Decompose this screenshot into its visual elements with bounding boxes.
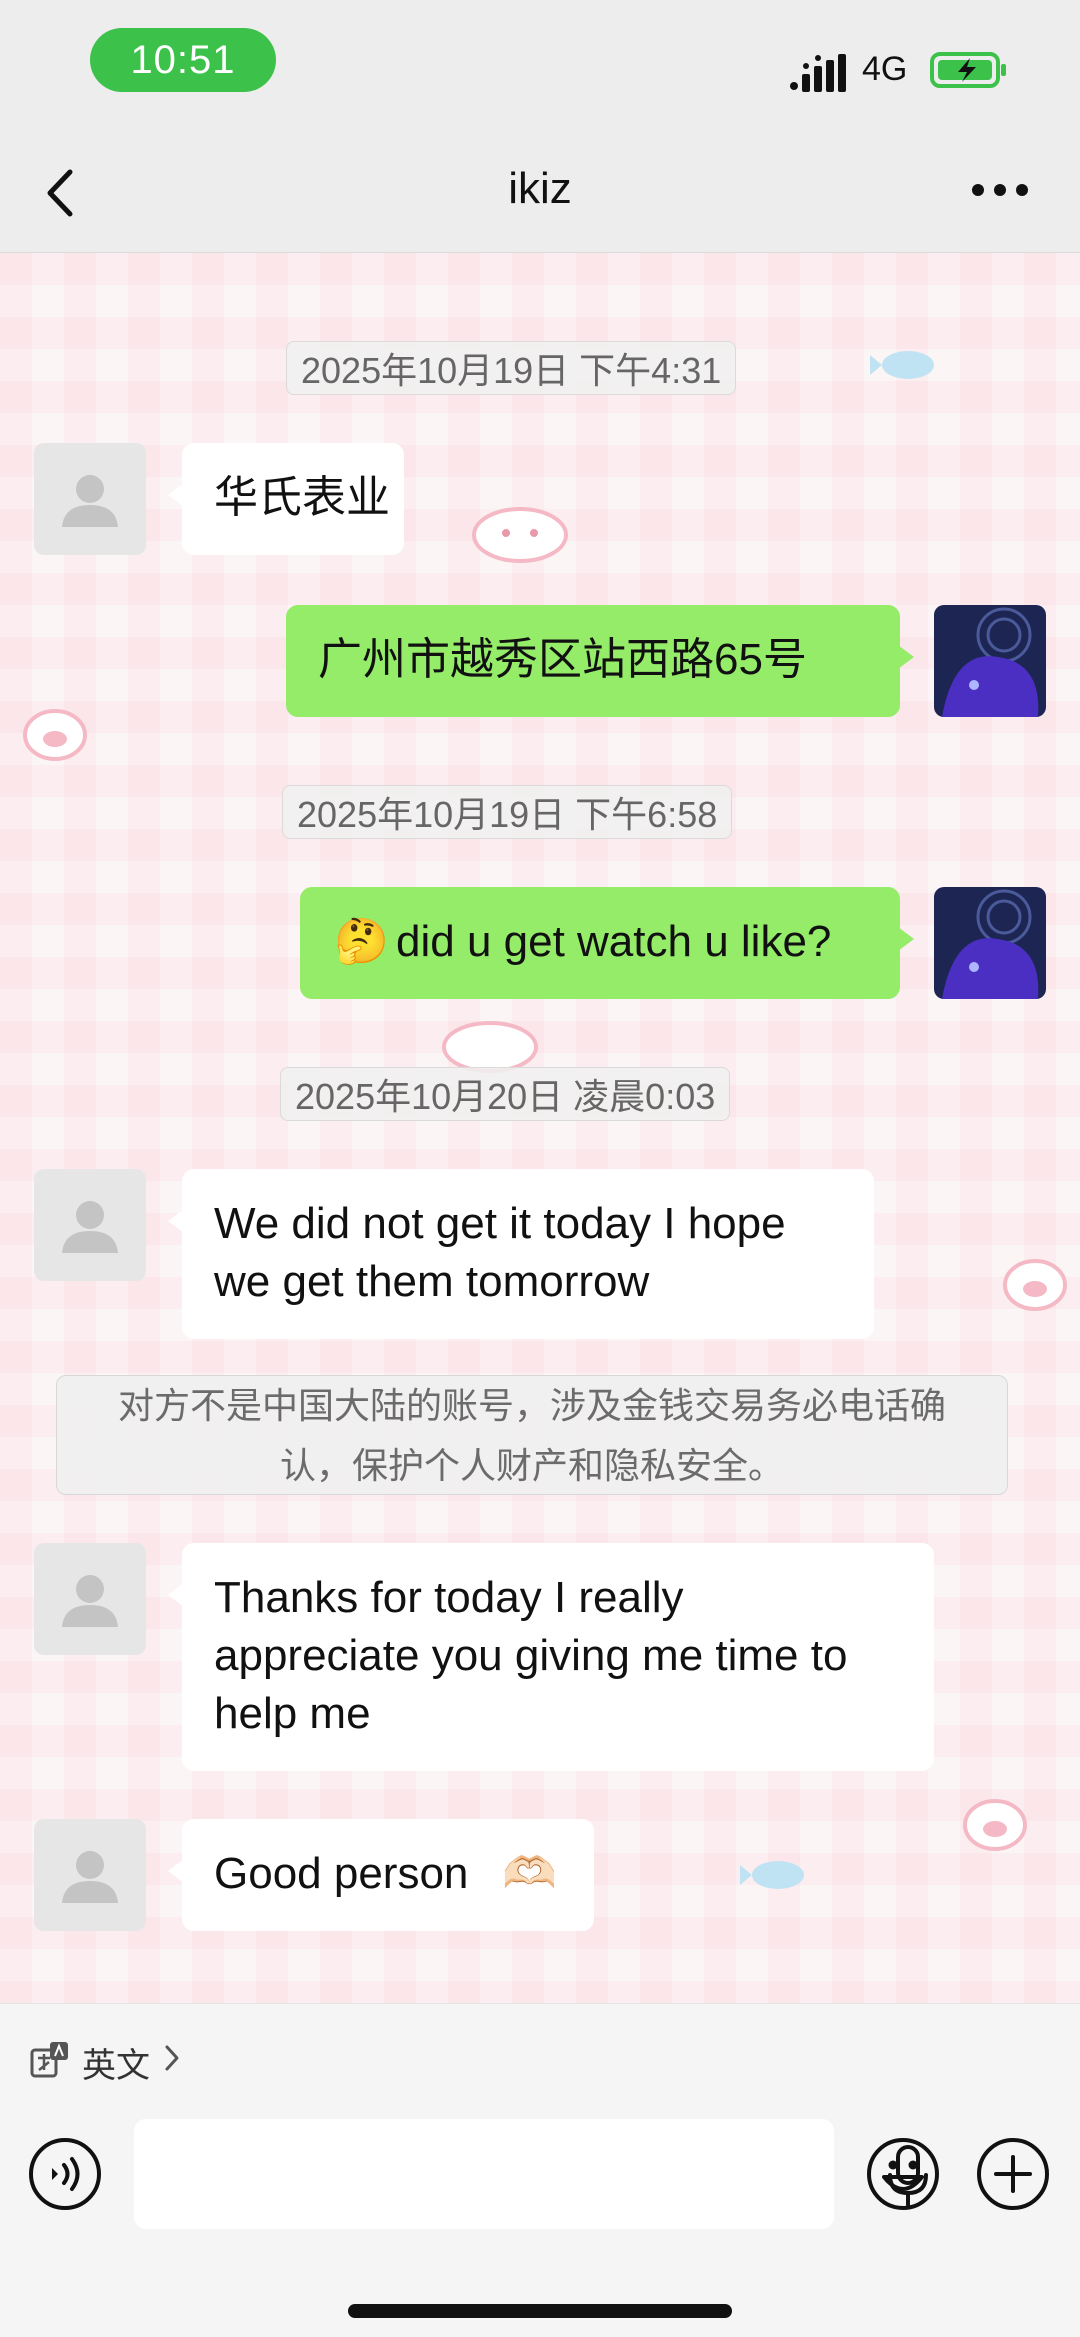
timestamp: 2025年10月19日 下午6:58 xyxy=(282,785,733,839)
emoji-heart-hands: 🫶🏻 xyxy=(502,1849,557,1898)
message-bubble-sent[interactable]: 广州市越秀区站西路65号 xyxy=(286,605,914,717)
timestamp: 2025年10月19日 下午4:31 xyxy=(286,341,737,395)
translate-bar[interactable]: 英文 xyxy=(0,2003,1080,2114)
message-input[interactable] xyxy=(134,2119,928,2229)
contact-avatar[interactable] xyxy=(34,443,146,555)
emoji-icon[interactable] xyxy=(866,2137,940,2211)
message-text: 广州市越秀区站西路65号 xyxy=(318,635,807,684)
message-text: Good person xyxy=(214,1849,469,1898)
wallpaper-decoration-icon xyxy=(740,1861,804,1889)
message-text: 华氏表业 xyxy=(214,473,390,522)
translate-icon xyxy=(30,2042,68,2078)
message-text: help me xyxy=(214,1689,371,1738)
network-type: 4G xyxy=(862,50,908,88)
wallpaper-decoration-icon xyxy=(963,1799,1027,1851)
message-text: We did not get it today I hope xyxy=(214,1199,786,1248)
default-avatar-icon xyxy=(62,475,118,527)
my-avatar[interactable] xyxy=(934,887,1046,999)
wallpaper-decoration-icon xyxy=(472,507,568,563)
battery-icon xyxy=(930,52,1006,88)
chat-header: ikiz xyxy=(0,130,1080,253)
contact-avatar[interactable] xyxy=(34,1543,146,1655)
profile-picture-icon xyxy=(934,605,1046,717)
message-text: appreciate you giving me time to xyxy=(214,1631,848,1680)
plus-icon[interactable] xyxy=(976,2137,1050,2211)
message-bubble-received[interactable]: Thanks for today I really appreciate you… xyxy=(168,1543,934,1771)
safety-notice: 对方不是中国大陆的账号，涉及金钱交易务必电话确 认，保护个人财产和隐私安全。 xyxy=(56,1375,1008,1495)
chat-title: ikiz xyxy=(508,164,572,213)
message-bubble-sent[interactable]: 🤔 did u get watch u like? xyxy=(300,887,914,999)
status-bar: 10:51 4G xyxy=(0,0,1080,130)
default-avatar-icon xyxy=(62,1575,118,1627)
emoji-thinking: 🤔 xyxy=(334,917,389,966)
translate-language[interactable]: 英文 xyxy=(82,2038,150,2087)
voice-icon[interactable] xyxy=(28,2137,102,2211)
wallpaper-decoration-icon xyxy=(870,351,934,379)
signal-icon xyxy=(790,54,846,92)
message-bubble-received[interactable]: We did not get it today I hope we get th… xyxy=(168,1169,874,1339)
notice-text: 对方不是中国大陆的账号，涉及金钱交易务必电话确 xyxy=(117,1385,946,1426)
message-bubble-received[interactable]: Good person 🫶🏻 xyxy=(168,1819,594,1931)
message-bubble-received[interactable]: 华氏表业 xyxy=(168,443,404,555)
message-text: we get them tomorrow xyxy=(214,1257,650,1306)
profile-picture-icon xyxy=(934,887,1046,999)
contact-avatar[interactable] xyxy=(34,1169,146,1281)
my-avatar[interactable] xyxy=(934,605,1046,717)
more-icon[interactable] xyxy=(970,180,1030,200)
wallpaper-decoration-icon xyxy=(442,1021,538,1073)
default-avatar-icon xyxy=(62,1201,118,1253)
status-time: 10:51 xyxy=(90,28,276,92)
notice-text: 认，保护个人财产和隐私安全。 xyxy=(279,1445,784,1486)
default-avatar-icon xyxy=(62,1851,118,1903)
wallpaper-decoration-icon xyxy=(1003,1259,1067,1311)
home-indicator[interactable] xyxy=(348,2304,732,2318)
message-text: did u get watch u like? xyxy=(396,917,832,966)
chat-area[interactable]: 2025年10月19日 下午4:31 华氏表业 广州市越秀区站西路65号 202… xyxy=(0,253,1080,2003)
chevron-right-icon xyxy=(165,2045,179,2071)
wallpaper-decoration-icon xyxy=(23,709,87,761)
timestamp: 2025年10月20日 凌晨0:03 xyxy=(280,1067,731,1121)
message-text: Thanks for today I really xyxy=(214,1573,684,1622)
contact-avatar[interactable] xyxy=(34,1819,146,1931)
